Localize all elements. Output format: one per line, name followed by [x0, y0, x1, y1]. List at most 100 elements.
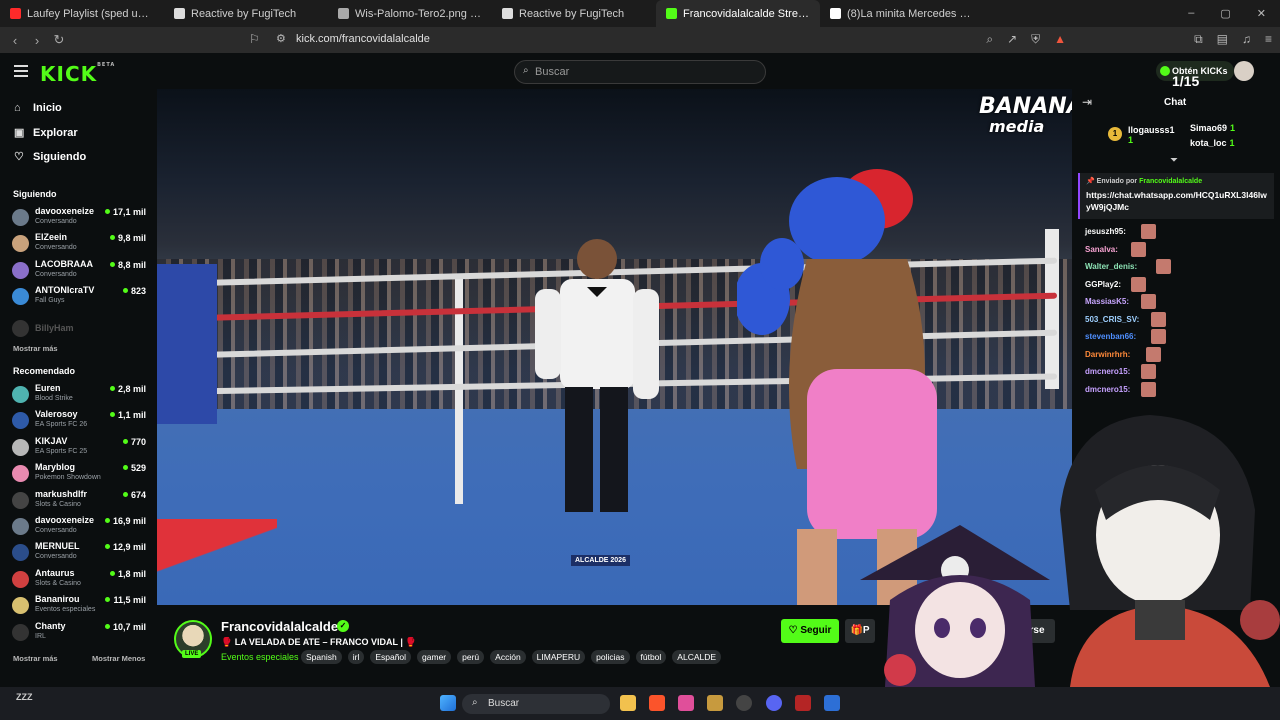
chat-emote [1141, 381, 1156, 397]
tag-chip[interactable]: policias [591, 650, 630, 664]
chat-username[interactable]: MassiasK5: [1085, 297, 1129, 306]
chat-username[interactable]: dmcnero15: [1085, 367, 1130, 376]
top-gifter[interactable]: llogausss1 1 [1128, 125, 1175, 145]
sidebar-channel[interactable]: ANTONIcraTV Fall Guys 823 [12, 285, 150, 309]
browser-tab[interactable]: (8)La minita Mercedes en el mundo d [820, 0, 984, 27]
viewer-count: 770 [123, 437, 146, 447]
app-icon[interactable] [707, 695, 723, 711]
collapse-chat-icon[interactable]: ⇥ [1082, 95, 1092, 109]
discord-icon[interactable] [766, 695, 782, 711]
shield-icon[interactable]: ⛨ [1031, 32, 1040, 47]
chat-username[interactable]: dmcnero15: [1085, 385, 1130, 394]
pinned-link[interactable]: https://chat.whatsapp.com/HCQ1uRXL3l46lw… [1086, 189, 1268, 213]
chat-username[interactable]: GGPlay2: [1085, 280, 1121, 289]
rewards-icon[interactable]: ▲ [1054, 32, 1066, 47]
chat-username[interactable]: Sanalva: [1085, 245, 1118, 254]
top-gifter[interactable]: kota_loc 1 [1190, 138, 1235, 148]
pinned-message[interactable]: 📌 Enviado por Francovidalalcalde https:/… [1078, 173, 1274, 219]
share-icon[interactable]: ↗ [1007, 32, 1017, 47]
tag-chip[interactable]: gamer [417, 650, 452, 664]
stream-category[interactable]: Eventos especiales [221, 652, 299, 662]
tag-chip[interactable]: irl [347, 650, 365, 664]
close-icon[interactable]: ✕ [1257, 7, 1266, 20]
top-gifter[interactable]: Simao69 1 [1190, 123, 1235, 133]
windows-start-icon[interactable] [440, 695, 456, 711]
avatar [12, 235, 29, 253]
sidebar-channel[interactable]: Valerosoy EA Sports FC 26 1,1 mil [12, 409, 150, 433]
url-field[interactable]: kick.com/francovidalalcalde [296, 33, 430, 45]
hamburger-menu-icon[interactable] [14, 65, 28, 80]
sidebar-icon[interactable]: ▤ [1217, 32, 1228, 47]
app-icon[interactable] [678, 695, 694, 711]
tag-chip[interactable]: Acción [490, 650, 526, 664]
brave-browser-icon[interactable] [649, 695, 665, 711]
follow-button[interactable]: ♡ Seguir [781, 619, 839, 643]
nav-explorar[interactable]: ▣ Explorar [14, 126, 78, 139]
channel-name: Bananirou [35, 594, 80, 605]
address-bar: ‹ › ↻ ⚐ ⚙ kick.com/francovidalalcalde ⌕ … [0, 27, 1280, 53]
chat-username[interactable]: Walter_denis: [1085, 262, 1137, 271]
reload-icon[interactable]: ↻ [48, 32, 70, 48]
sidebar-channel[interactable]: ElZeein Conversando 9,8 mil [12, 232, 150, 256]
minimize-icon[interactable]: – [1188, 7, 1194, 20]
sidebar-channel[interactable]: davooxeneize Conversando 16,9 mil [12, 515, 150, 539]
kick-logo[interactable]: KICKBETA [40, 62, 115, 86]
nav-inicio[interactable]: ⌂ Inicio [14, 102, 62, 114]
show-more-following[interactable]: Mostrar más [13, 344, 58, 353]
sidebar-channel[interactable]: MERNUEL Conversando 12,9 mil [12, 541, 150, 565]
avatar [12, 544, 29, 562]
zoom-icon[interactable]: ⌕ [986, 32, 993, 47]
channel-category: EA Sports FC 26 [35, 421, 88, 429]
filter-icon[interactable]: ⏷ [1170, 155, 1178, 166]
tag-chip[interactable]: fútbol [635, 650, 667, 664]
tag-chip[interactable]: perú [457, 650, 485, 664]
search-input[interactable]: ⌕ Buscar [514, 60, 766, 84]
browser-tab[interactable]: Laufey Playlist (sped up + 1 song of l [0, 0, 164, 27]
tag-chip[interactable]: Español [370, 650, 412, 664]
viewer-count: 8,8 mil [110, 260, 146, 270]
channel-category: Conversando [35, 244, 77, 252]
chat-username[interactable]: 503_CRIS_SV: [1085, 315, 1139, 324]
show-more-recommended[interactable]: Mostrar más [13, 654, 58, 663]
browser-tab[interactable]: Reactive by FugiTech [492, 0, 656, 27]
extension-icon[interactable]: ⧉ [1194, 32, 1203, 47]
chat-username[interactable]: stevenban66: [1085, 332, 1136, 341]
chat-username[interactable]: jesuszh95: [1085, 227, 1126, 236]
sidebar-channel[interactable]: LACOBRAAA Conversando 8,8 mil [12, 259, 150, 283]
sidebar-channel[interactable]: KIKJAV EA Sports FC 25 770 [12, 436, 150, 460]
chat-username[interactable]: Darwinrhrh: [1085, 350, 1130, 359]
channel-name[interactable]: Francovidalalcalde [221, 619, 338, 634]
menu-icon[interactable]: ≡ [1265, 32, 1272, 47]
back-icon[interactable]: ‹ [4, 33, 26, 48]
browser-tab[interactable]: Wis-Palomo-Tero2.png (1500×1500) [328, 0, 492, 27]
forward-icon[interactable]: › [26, 33, 48, 48]
browser-tab[interactable]: Francovidalalcalde Stream - V [656, 0, 820, 27]
sidebar-channel[interactable]: markushdlfr Slots & Casino 674 [12, 489, 150, 513]
obs-icon[interactable] [736, 695, 752, 711]
tag-chip[interactable]: LIMAPERU [531, 650, 586, 664]
sidebar-channel[interactable]: Bananirou Eventos especiales 11,5 mil [12, 594, 150, 618]
sidebar-channel[interactable]: Maryblog Pokemon Showdown 529 [12, 462, 150, 486]
app-icon[interactable] [795, 695, 811, 711]
sidebar-channel[interactable]: davooxeneize Conversando 17,1 mil [12, 206, 150, 230]
bookmark-icon[interactable]: ⚐ [249, 32, 260, 46]
user-avatar[interactable] [1234, 61, 1254, 81]
channel-name: Antaurus [35, 567, 75, 578]
sidebar-channel[interactable]: Euren Blood Strike 2,8 mil [12, 383, 150, 407]
music-icon[interactable]: ♫ [1242, 32, 1251, 47]
tag-chip[interactable]: ALCALDE [672, 650, 722, 664]
browser-tab[interactable]: Reactive by FugiTech [164, 0, 328, 27]
app-icon[interactable] [824, 695, 840, 711]
site-info-icon[interactable]: ⚙ [276, 32, 286, 45]
sidebar-channel[interactable]: Antaurus Slots & Casino 1,8 mil [12, 568, 150, 592]
maximize-icon[interactable]: ▢ [1220, 7, 1230, 20]
tag-chip[interactable]: Spanish [301, 650, 342, 664]
offline-channel[interactable]: BillyHam [12, 317, 150, 341]
overlay-counter: 1/15 [1172, 73, 1200, 89]
sidebar-channel[interactable]: Chanty IRL 10,7 mil [12, 621, 150, 645]
taskbar-search[interactable]: ⌕ Buscar [462, 694, 610, 714]
file-explorer-icon[interactable] [620, 695, 636, 711]
nav-siguiendo[interactable]: ♡ Siguiendo [14, 150, 86, 163]
channel-name: Maryblog [35, 462, 76, 473]
show-less-recommended[interactable]: Mostrar Menos [92, 654, 145, 663]
